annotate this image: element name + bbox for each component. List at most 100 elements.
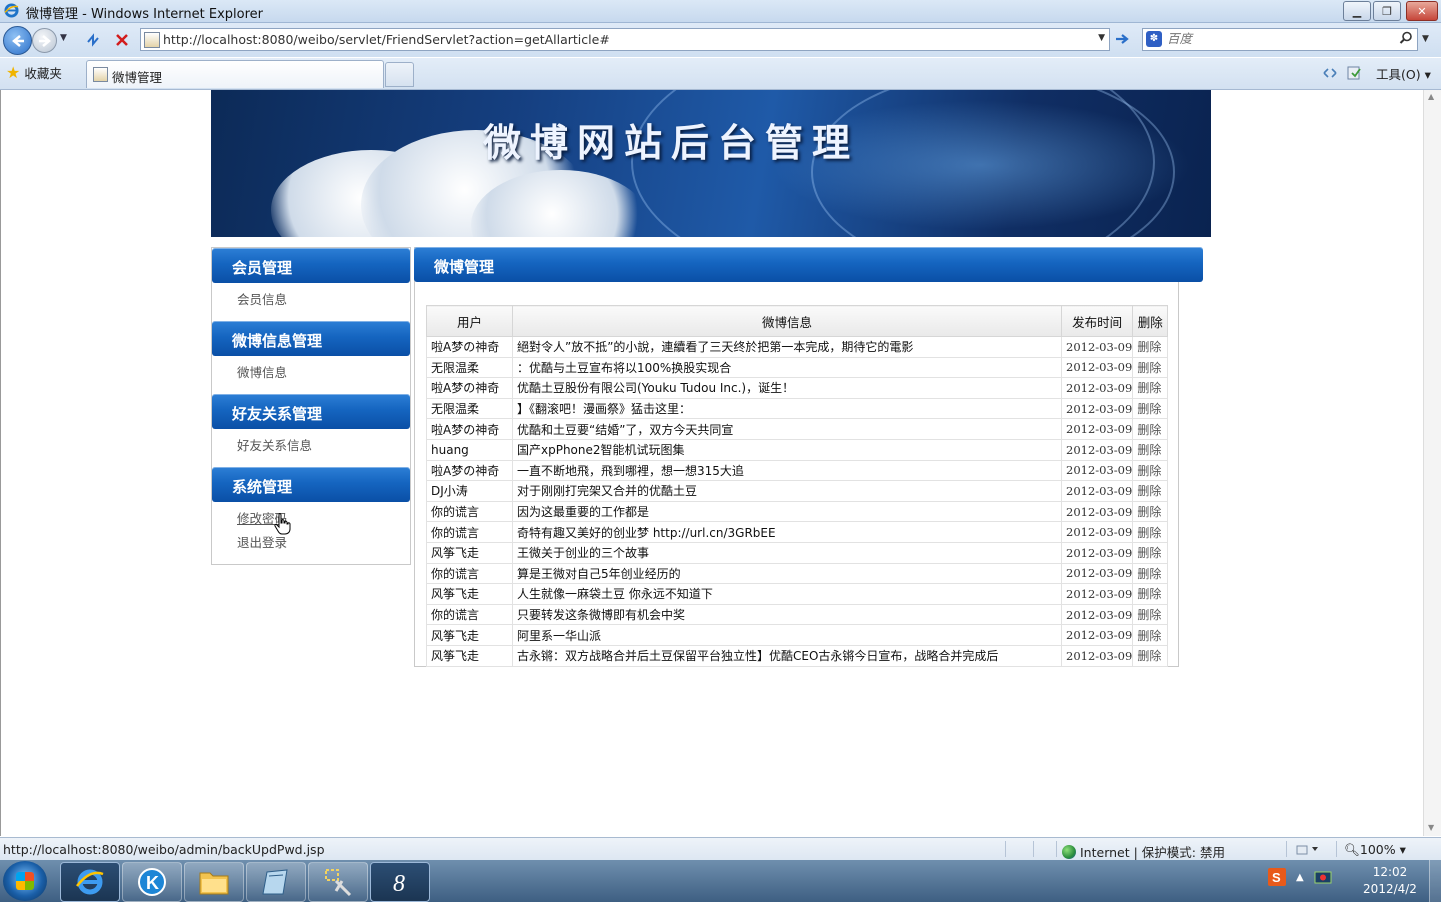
row-date: 2012-03-09 — [1060, 480, 1134, 502]
navigation-bar: ▼ http://localhost:8080/weibo/servlet/Fr… — [0, 23, 1441, 57]
system-clock[interactable]: 12:02 2012/4/2 — [1356, 864, 1424, 898]
row-delete-link[interactable]: 删除 — [1132, 356, 1169, 379]
row-delete-link[interactable]: 删除 — [1132, 562, 1169, 585]
row-delete-link[interactable]: 删除 — [1132, 500, 1169, 523]
feeds-icon[interactable] — [1322, 66, 1338, 80]
address-url[interactable]: http://localhost:8080/weibo/servlet/Frie… — [163, 32, 610, 47]
show-hidden-icons-icon[interactable]: ▲ — [1296, 872, 1304, 883]
table-row: DJ小涛 对于刚刚打完架又合并的优酷土豆 2012-03-09 删除 — [426, 480, 1169, 502]
row-user: 无限温柔 — [426, 356, 513, 379]
row-content: 一直不断地飛，飛到哪裡，想一想315大追 — [512, 459, 1062, 482]
row-date: 2012-03-09 — [1060, 356, 1134, 379]
back-button[interactable] — [3, 26, 32, 55]
favorites-bar: ★ 收藏夹 微博管理 工具(O) ▾ — [0, 58, 1441, 90]
sidebar-item-friend-relations[interactable]: 好友关系信息 — [237, 435, 312, 454]
compatibility-view-button[interactable] — [82, 29, 104, 51]
address-field[interactable]: http://localhost:8080/weibo/servlet/Frie… — [140, 28, 1110, 51]
row-user: huang — [426, 438, 513, 461]
zoom-level[interactable]: 🔍︎100% ▾ — [1344, 842, 1406, 858]
ie-logo-icon — [76, 869, 104, 895]
row-delete-link[interactable]: 删除 — [1132, 521, 1169, 543]
row-user: 你的谎言 — [426, 562, 513, 585]
vertical-scrollbar[interactable]: ▲ ▼ — [1423, 90, 1441, 836]
restore-icon: ❐ — [1382, 4, 1392, 18]
favorites-star-icon: ★ — [6, 62, 21, 82]
scroll-up-icon[interactable]: ▲ — [1428, 92, 1434, 101]
start-button[interactable] — [3, 861, 47, 901]
system-tray: S ▲ — [1268, 868, 1332, 886]
mouse-pointer-hand-icon — [274, 513, 291, 535]
history-dropdown-icon[interactable]: ▼ — [60, 33, 67, 43]
go-button[interactable] — [1112, 30, 1132, 48]
row-content: 优酷土豆股份有限公司(Youku Tudou Inc.)，诞生！ — [512, 377, 1062, 399]
sogou-ime-icon[interactable]: S — [1268, 868, 1286, 886]
row-date: 2012-03-09 — [1060, 583, 1134, 605]
search-box[interactable]: ✽ — [1142, 28, 1418, 51]
taskbar-eclipse-button[interactable]: 8 — [370, 862, 430, 902]
search-icon[interactable] — [1399, 31, 1413, 45]
row-delete-link[interactable]: 删除 — [1132, 644, 1169, 667]
sidebar-item-member-info[interactable]: 会员信息 — [237, 289, 287, 308]
internet-globe-icon — [1062, 844, 1076, 859]
security-zone[interactable]: Internet | 保护模式: 禁用 — [1062, 842, 1225, 861]
taskbar-ie-button[interactable] — [60, 862, 120, 902]
row-delete-link[interactable]: 删除 — [1132, 336, 1169, 358]
tab-weibo-admin[interactable]: 微博管理 — [86, 60, 384, 88]
minimize-button[interactable]: ▁ — [1343, 1, 1371, 21]
row-delete-link[interactable]: 删除 — [1132, 480, 1169, 502]
new-tab-button[interactable] — [385, 62, 414, 87]
address-dropdown-icon[interactable]: ▼ — [1098, 33, 1105, 43]
page-tools-icon[interactable] — [1346, 65, 1362, 81]
row-delete-link[interactable]: 删除 — [1132, 603, 1169, 626]
back-arrow-icon — [11, 34, 24, 47]
row-delete-link[interactable]: 删除 — [1132, 624, 1169, 646]
sidebar-section-system[interactable]: 系统管理 — [212, 467, 410, 502]
row-delete-link[interactable]: 删除 — [1132, 438, 1169, 461]
taskbar-explorer-button[interactable] — [184, 862, 244, 902]
row-delete-link[interactable]: 删除 — [1132, 418, 1169, 440]
row-date: 2012-03-09 — [1060, 644, 1134, 667]
favorites-button[interactable]: ★ 收藏夹 — [6, 63, 62, 82]
sidebar-section-weibo[interactable]: 微博信息管理 — [212, 321, 410, 356]
network-icon[interactable] — [1314, 869, 1332, 885]
sidebar-section-friends[interactable]: 好友关系管理 — [212, 394, 410, 429]
sidebar-section-member[interactable]: 会员管理 — [212, 248, 410, 283]
table-row: 你的谎言 奇特有趣又美好的创业梦 http://url.cn/3GRbEE 2012… — [426, 521, 1169, 543]
row-date: 2012-03-09 — [1060, 624, 1134, 646]
row-user: 无限温柔 — [426, 397, 513, 420]
close-window-button[interactable]: ✕ — [1406, 1, 1438, 21]
row-date: 2012-03-09 — [1060, 336, 1134, 358]
tools-label: 工具(O) — [1376, 67, 1421, 82]
show-desktop-button[interactable] — [1429, 860, 1441, 902]
table-row: 风筝飞走 王微关于创业的三个故事 2012-03-09 删除 — [426, 541, 1169, 564]
row-user: 风筝飞走 — [426, 624, 513, 646]
taskbar-notebook-button[interactable] — [246, 862, 306, 902]
row-delete-link[interactable]: 删除 — [1132, 541, 1169, 564]
taskbar-k-app-button[interactable]: K — [122, 862, 182, 902]
row-content: 王微关于创业的三个故事 — [512, 541, 1062, 564]
protected-mode-icon[interactable] — [1296, 842, 1320, 856]
forward-button[interactable] — [32, 28, 57, 53]
row-user: 你的谎言 — [426, 521, 513, 543]
main-panel-header: 微博管理 — [414, 247, 1203, 282]
search-options-dropdown-icon[interactable]: ▼ — [1422, 34, 1429, 44]
row-user: 啦A梦の神奇 — [426, 336, 513, 358]
row-delete-link[interactable]: 删除 — [1132, 377, 1169, 399]
scroll-down-icon[interactable]: ▼ — [1428, 823, 1434, 832]
minimize-icon: ▁ — [1352, 4, 1362, 18]
maximize-button[interactable]: ❐ — [1373, 1, 1401, 21]
row-delete-link[interactable]: 删除 — [1132, 397, 1169, 420]
stop-button[interactable] — [111, 29, 133, 51]
tools-menu[interactable]: 工具(O) ▾ — [1376, 64, 1431, 83]
taskbar-tools-button[interactable] — [308, 862, 368, 902]
sidebar-item-weibo-info[interactable]: 微博信息 — [237, 362, 287, 381]
row-content: 只要转发这条微博即有机会中奖 — [512, 603, 1062, 626]
k-app-icon: K — [138, 868, 166, 896]
row-delete-link[interactable]: 删除 — [1132, 583, 1169, 605]
table-row: 你的谎言 因为这最重要的工作都是 2012-03-09 删除 — [426, 500, 1169, 523]
search-input[interactable] — [1167, 30, 1387, 47]
row-date: 2012-03-09 — [1060, 377, 1134, 399]
row-delete-link[interactable]: 删除 — [1132, 459, 1169, 482]
status-url: http://localhost:8080/weibo/admin/backUp… — [3, 842, 325, 857]
tab-label: 微博管理 — [112, 70, 163, 85]
